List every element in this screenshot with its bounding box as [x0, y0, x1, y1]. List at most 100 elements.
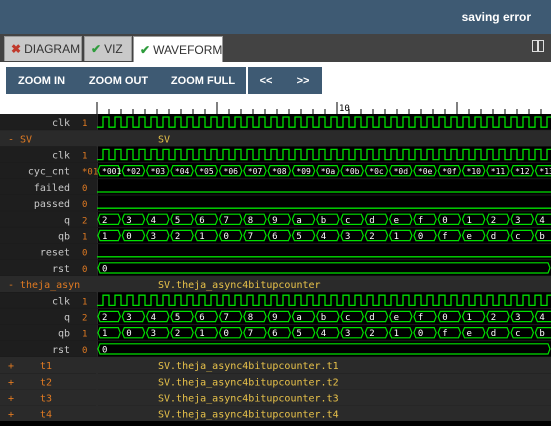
signal-value: 0 [82, 346, 87, 356]
bus-value: *0c [369, 167, 384, 176]
tab-diagram-label: DIAGRAM [24, 42, 81, 56]
save-status: saving error [461, 10, 531, 24]
bus-value: 0 [224, 232, 229, 242]
group-row [0, 130, 551, 147]
bus-value: *12 [515, 167, 530, 176]
check-icon: ✔ [140, 42, 151, 57]
bus-value: d [491, 232, 496, 242]
check-icon: ✔ [91, 42, 102, 56]
signal-value: 1 [82, 330, 87, 340]
split-layout-icon[interactable] [532, 40, 544, 52]
zoom-out-button[interactable]: ZOOM OUT [77, 67, 160, 94]
bus-value: *0b [345, 167, 360, 176]
tab-waveform[interactable]: ✔ WAVEFORM [133, 36, 223, 62]
group-toggle: - [8, 134, 14, 145]
bus-value: 4 [321, 329, 326, 339]
group-path: SV [158, 134, 170, 145]
bus-value: 3 [151, 329, 156, 339]
bus-value: e [467, 232, 472, 242]
x-icon: ✖ [11, 42, 22, 56]
tab-diagram[interactable]: ✖ DIAGRAM [4, 36, 82, 61]
waveform-canvas[interactable]: 10clk 1- SV SVclk 1cyc_cnt *01 *001 *02 *03 *04 *0… [0, 102, 551, 422]
group-name: t4 [40, 410, 52, 421]
group-name: t1 [40, 361, 52, 372]
signal-value: 0 [82, 265, 87, 275]
bus-value: f [442, 329, 447, 339]
bus-value: b [321, 313, 326, 323]
signal-value: 0 [82, 249, 87, 259]
bus-value: 2 [102, 313, 107, 323]
bus-value: 2 [369, 329, 374, 339]
next-button[interactable]: >> [284, 67, 322, 94]
bus-value: 0 [102, 345, 107, 355]
group-path: SV.theja_async4bitupcounter [158, 280, 321, 291]
group-toggle: + [8, 410, 14, 421]
bus-segment [97, 343, 551, 355]
signal-value: 1 [82, 233, 87, 243]
tab-waveform-label: WAVEFORM [153, 42, 223, 57]
bus-value: c [345, 216, 350, 226]
bus-value: f [418, 216, 423, 226]
zoom-full-button[interactable]: ZOOM FULL [160, 67, 246, 94]
signal-name: clk [52, 296, 70, 307]
bus-value: c [345, 313, 350, 323]
group-name: t2 [40, 377, 52, 388]
bus-value: 5 [296, 329, 301, 339]
bus-value: 4 [539, 313, 544, 323]
signal-value: 1 [82, 297, 87, 307]
tab-viz[interactable]: ✔ VIZ [84, 36, 132, 61]
bus-value: 0 [126, 232, 131, 242]
bus-value: d [491, 329, 496, 339]
signal-name: passed [34, 199, 70, 210]
group-toggle: + [8, 394, 14, 405]
bus-value: *0a [321, 167, 336, 176]
bus-value: f [418, 313, 423, 323]
signal-name: rst [52, 345, 70, 356]
bus-value: *06 [224, 167, 239, 176]
bus-value: 7 [224, 216, 229, 226]
group-toggle: + [8, 377, 14, 388]
bus-value: 5 [296, 232, 301, 242]
bus-value: 1 [467, 313, 472, 323]
bus-value: d [369, 216, 374, 226]
signal-value: 0 [82, 184, 87, 194]
bus-value: 1 [199, 232, 204, 242]
signal-name: failed [34, 183, 70, 194]
bus-value: 0 [102, 264, 107, 274]
bus-value: 1 [102, 329, 107, 339]
bus-value: *04 [175, 167, 190, 176]
bus-value: a [296, 313, 301, 323]
signal-value: 1 [82, 119, 87, 129]
zoom-in-button[interactable]: ZOOM IN [6, 67, 77, 94]
bus-value: 1 [199, 329, 204, 339]
bus-value: 6 [272, 329, 277, 339]
bus-value: 0 [126, 329, 131, 339]
bus-value: *02 [126, 167, 141, 176]
bus-value: 2 [491, 216, 496, 226]
group-toggle: - [8, 280, 14, 291]
bus-value: 8 [248, 313, 253, 323]
waveform-viewer[interactable]: 10 clk 1- SV SV clk 1 cyc_cnt *01 *001 *02 *03 *04 *0… [0, 102, 551, 422]
bus-segment [97, 262, 551, 274]
bus-value: 3 [126, 313, 131, 323]
bus-value: 6 [272, 232, 277, 242]
group-toggle: + [8, 361, 14, 372]
group-name: theja_asyn [20, 280, 80, 291]
bus-value: 2 [102, 216, 107, 226]
bus-value: *03 [151, 167, 166, 176]
signal-value: 1 [82, 152, 87, 162]
bus-value: 6 [199, 216, 204, 226]
signal-name: cyc_cnt [28, 167, 70, 178]
bus-value: e [467, 329, 472, 339]
bus-value: 7 [248, 232, 253, 242]
bus-value: 7 [224, 313, 229, 323]
bus-value: *07 [248, 167, 263, 176]
clock-wave [97, 116, 551, 128]
prev-button[interactable]: << [248, 67, 284, 94]
bus-value: *0f [442, 167, 457, 176]
bus-value: 7 [248, 329, 253, 339]
bus-value: 4 [539, 216, 544, 226]
bus-value: 4 [151, 216, 156, 226]
bus-value: 3 [515, 313, 520, 323]
bus-value: d [369, 313, 374, 323]
